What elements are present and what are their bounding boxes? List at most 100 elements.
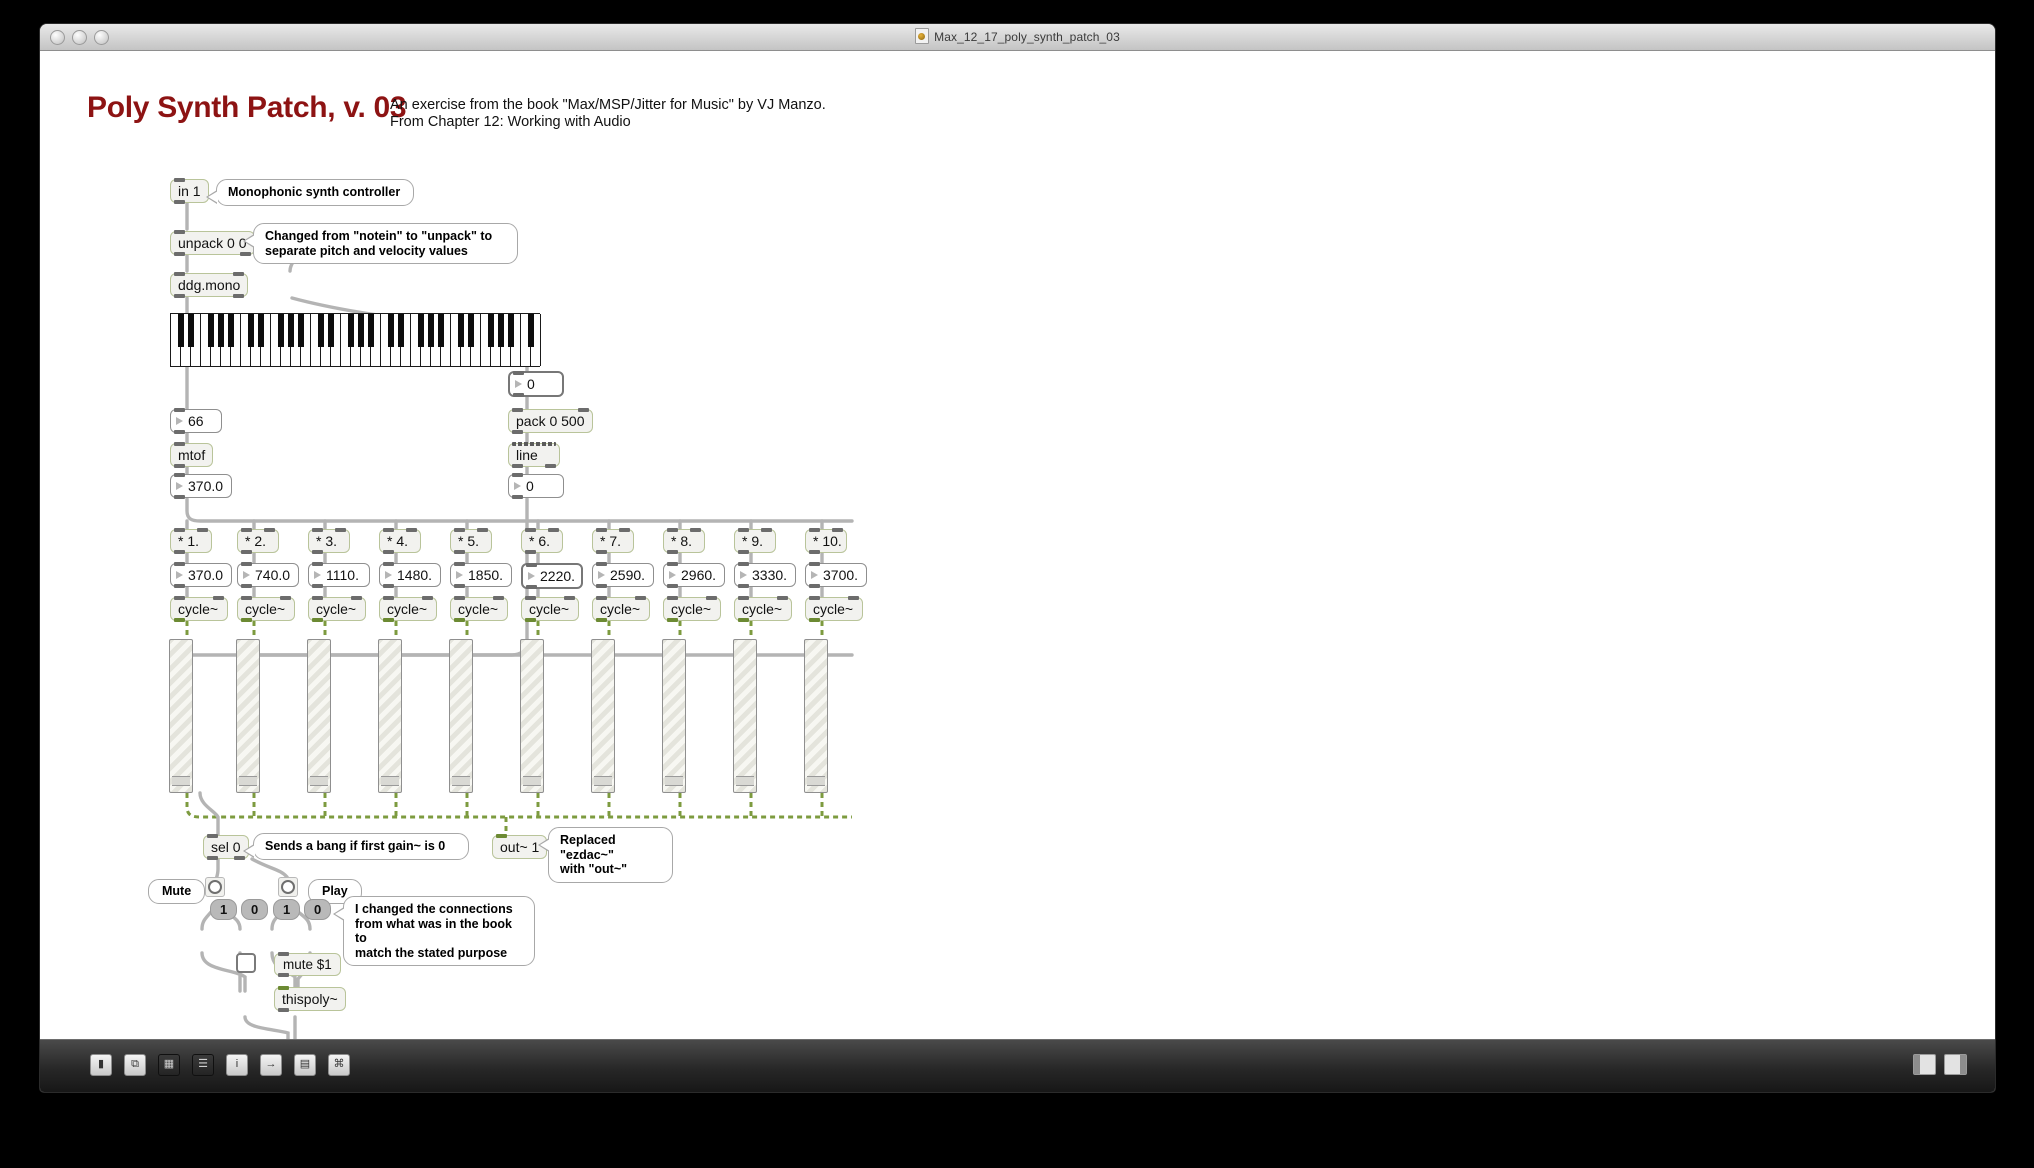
object-multiply-9[interactable]: * 9.: [734, 528, 776, 554]
black-key[interactable]: [417, 314, 425, 347]
gain-knob[interactable]: [452, 776, 470, 786]
object-cycle-1[interactable]: cycle~: [170, 596, 228, 622]
black-key[interactable]: [277, 314, 285, 347]
black-key[interactable]: [507, 314, 515, 347]
gain-slider-6[interactable]: [520, 639, 544, 793]
gain-knob[interactable]: [807, 776, 825, 786]
object-multiply-1[interactable]: * 1.: [170, 528, 212, 554]
number-box-harmonic-4[interactable]: 1480.: [379, 562, 441, 588]
black-key[interactable]: [437, 314, 445, 347]
toolbar-buttons[interactable]: ▮ ⧉ ▦ ☰ i → ▤ ⌘: [90, 1054, 350, 1076]
number-box-harmonic-5[interactable]: 1850.: [450, 562, 512, 588]
bang-mute[interactable]: [205, 877, 225, 897]
black-key[interactable]: [497, 314, 505, 347]
object-in-1[interactable]: in 1: [170, 178, 209, 204]
window-titlebar[interactable]: Max_12_17_poly_synth_patch_03: [40, 24, 1995, 51]
number-box-harmonic-3[interactable]: 1110.: [308, 562, 370, 588]
black-key[interactable]: [387, 314, 395, 347]
info-icon[interactable]: i: [226, 1054, 248, 1076]
gain-knob[interactable]: [594, 776, 612, 786]
presentation-icon[interactable]: ▦: [158, 1054, 180, 1076]
object-pack[interactable]: pack 0 500: [508, 408, 593, 434]
object-multiply-6[interactable]: * 6.: [521, 528, 563, 554]
black-key[interactable]: [217, 314, 225, 347]
lock-icon[interactable]: ▮: [90, 1054, 112, 1076]
object-multiply-8[interactable]: * 8.: [663, 528, 705, 554]
object-line[interactable]: line: [508, 442, 560, 468]
gain-knob[interactable]: [239, 776, 257, 786]
object-cycle-5[interactable]: cycle~: [450, 596, 508, 622]
toolbar-pane-toggles[interactable]: [1913, 1054, 1967, 1075]
kslider-keyboard[interactable]: [170, 313, 541, 367]
palette-icon[interactable]: ⌘: [328, 1054, 350, 1076]
left-pane-toggle[interactable]: [1913, 1054, 1936, 1075]
black-key[interactable]: [227, 314, 235, 347]
black-key[interactable]: [467, 314, 475, 347]
black-key[interactable]: [177, 314, 185, 347]
black-key[interactable]: [327, 314, 335, 347]
object-mtof[interactable]: mtof: [170, 442, 214, 468]
object-multiply-3[interactable]: * 3.: [308, 528, 350, 554]
number-box-line-output[interactable]: 0: [508, 473, 564, 499]
black-key[interactable]: [527, 314, 535, 347]
black-key[interactable]: [357, 314, 365, 347]
black-key[interactable]: [297, 314, 305, 347]
number-box-harmonic-6[interactable]: 2220.: [521, 563, 583, 589]
copy-icon[interactable]: ⧉: [124, 1054, 146, 1076]
object-cycle-6[interactable]: cycle~: [521, 596, 579, 622]
object-cycle-4[interactable]: cycle~: [379, 596, 437, 622]
number-box-base-frequency[interactable]: 370.0: [170, 473, 232, 499]
gain-slider-2[interactable]: [236, 639, 260, 793]
grid-icon[interactable]: ▤: [294, 1054, 316, 1076]
object-cycle-9[interactable]: cycle~: [734, 596, 792, 622]
black-key[interactable]: [287, 314, 295, 347]
number-box-harmonic-8[interactable]: 2960.: [663, 562, 725, 588]
inspector-icon[interactable]: ☰: [192, 1054, 214, 1076]
send-icon[interactable]: →: [260, 1054, 282, 1076]
black-key[interactable]: [257, 314, 265, 347]
patcher-toolbar[interactable]: ▮ ⧉ ▦ ☰ i → ▤ ⌘: [40, 1039, 1995, 1092]
object-multiply-7[interactable]: * 7.: [592, 528, 634, 554]
gain-slider-5[interactable]: [449, 639, 473, 793]
right-pane-toggle[interactable]: [1944, 1054, 1967, 1075]
object-cycle-7[interactable]: cycle~: [592, 596, 650, 622]
black-key[interactable]: [207, 314, 215, 347]
message-mute-dollar-one[interactable]: mute $1: [274, 952, 341, 977]
bang-play[interactable]: [278, 877, 298, 897]
message-play-one[interactable]: 1: [273, 899, 300, 920]
object-multiply-10[interactable]: * 10.: [805, 528, 847, 554]
object-cycle-3[interactable]: cycle~: [308, 596, 366, 622]
patcher-canvas[interactable]: Poly Synth Patch, v. 03 An exercise from…: [40, 51, 1995, 1039]
number-box-harmonic-2[interactable]: 740.0: [237, 562, 299, 588]
object-ddg-mono[interactable]: ddg.mono: [170, 272, 249, 298]
object-cycle-2[interactable]: cycle~: [237, 596, 295, 622]
message-play-zero[interactable]: 0: [304, 899, 331, 920]
object-multiply-4[interactable]: * 4.: [379, 528, 421, 554]
black-key[interactable]: [487, 314, 495, 347]
gain-knob[interactable]: [310, 776, 328, 786]
toggle-mute[interactable]: [236, 953, 256, 973]
message-mute-one[interactable]: 1: [210, 899, 237, 920]
gain-slider-10[interactable]: [804, 639, 828, 793]
number-box-harmonic-1[interactable]: 370.0: [170, 562, 232, 588]
object-cycle-10[interactable]: cycle~: [805, 596, 863, 622]
object-multiply-2[interactable]: * 2.: [237, 528, 279, 554]
black-key[interactable]: [427, 314, 435, 347]
object-thispoly[interactable]: thispoly~: [274, 986, 346, 1012]
black-key[interactable]: [397, 314, 405, 347]
black-key[interactable]: [347, 314, 355, 347]
object-multiply-5[interactable]: * 5.: [450, 528, 492, 554]
gain-slider-1[interactable]: [169, 639, 193, 793]
gain-slider-8[interactable]: [662, 639, 686, 793]
gain-knob[interactable]: [736, 776, 754, 786]
black-key[interactable]: [457, 314, 465, 347]
gain-slider-3[interactable]: [307, 639, 331, 793]
number-box-pitch[interactable]: 66: [170, 408, 222, 434]
object-cycle-8[interactable]: cycle~: [663, 596, 721, 622]
object-unpack[interactable]: unpack 0 0: [170, 230, 255, 256]
gain-slider-4[interactable]: [378, 639, 402, 793]
gain-slider-9[interactable]: [733, 639, 757, 793]
gain-knob[interactable]: [665, 776, 683, 786]
message-mute-zero[interactable]: 0: [241, 899, 268, 920]
gain-knob[interactable]: [523, 776, 541, 786]
